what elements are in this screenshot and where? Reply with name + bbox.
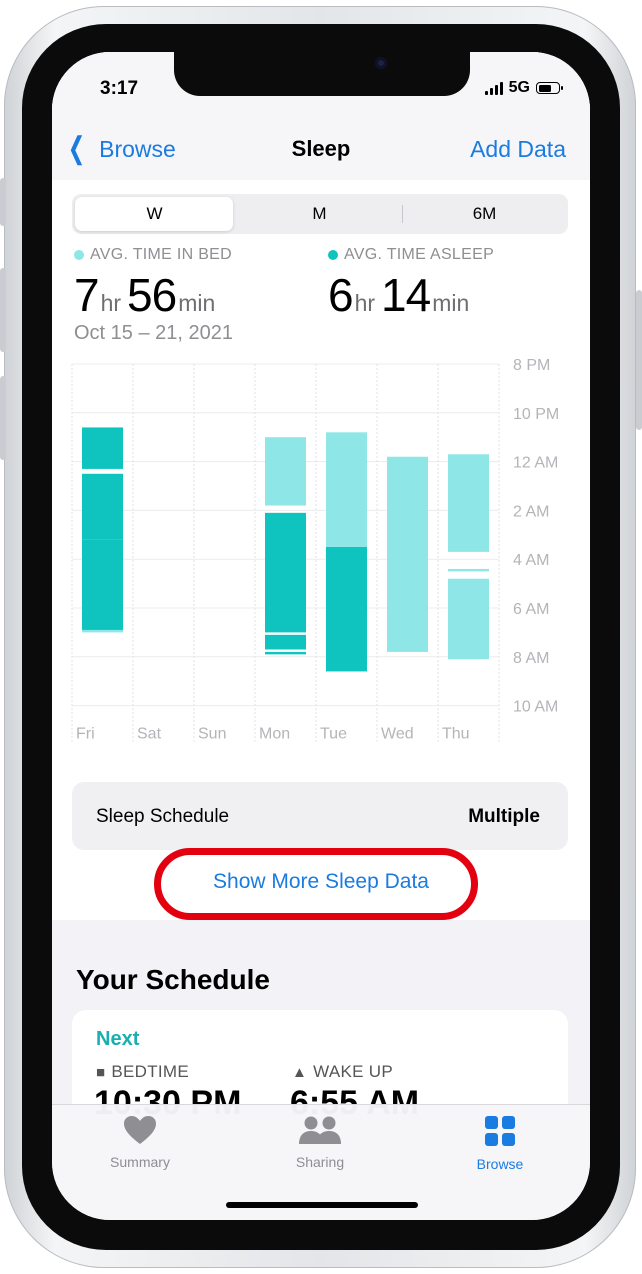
stat-hours-unit: hr bbox=[100, 290, 122, 316]
volume-up-button bbox=[0, 268, 6, 352]
battery-icon bbox=[536, 82, 563, 94]
stat-hours: 7 bbox=[74, 269, 100, 321]
asleep-bar bbox=[265, 651, 306, 655]
asleep-legend-dot bbox=[328, 250, 338, 260]
in-bed-legend-dot bbox=[74, 250, 84, 260]
asleep-bar bbox=[82, 473, 123, 540]
y-tick-label: 8 PM bbox=[513, 357, 550, 374]
in-bed-bar bbox=[448, 454, 489, 552]
people-icon bbox=[299, 1116, 341, 1144]
x-tick-label: Fri bbox=[76, 726, 95, 743]
x-tick-label: Thu bbox=[442, 726, 470, 743]
sleep-schedule-value: Multiple bbox=[468, 806, 540, 827]
volume-down-button bbox=[0, 376, 6, 460]
y-tick-label: 12 AM bbox=[513, 455, 558, 472]
tab-browse[interactable]: Browse bbox=[440, 1115, 560, 1172]
stat-time-in-bed: AVG. TIME IN BED 7hr 56min bbox=[74, 246, 232, 322]
x-tick-label: Wed bbox=[381, 726, 414, 743]
asleep-bar bbox=[326, 547, 367, 672]
stat-minutes: 14 bbox=[381, 269, 431, 321]
in-bed-bar bbox=[448, 568, 489, 572]
y-tick-label: 10 PM bbox=[513, 406, 559, 423]
screen: 3:17 5G ❮ Browse Sleep Add Data W M 6M A… bbox=[52, 52, 590, 1220]
asleep-bar bbox=[265, 634, 306, 650]
segment-six-months[interactable]: 6M bbox=[402, 194, 567, 234]
highlight-annotation-ring bbox=[154, 848, 478, 920]
time-range-segmented-control: W M 6M bbox=[72, 194, 568, 234]
stat-hours: 6 bbox=[328, 269, 354, 321]
date-range: Oct 15 – 21, 2021 bbox=[74, 322, 234, 344]
sleep-schedule-label: Sleep Schedule bbox=[96, 806, 230, 827]
tab-summary[interactable]: Summary bbox=[80, 1115, 200, 1170]
notch bbox=[174, 52, 470, 96]
mute-switch bbox=[0, 178, 6, 226]
x-tick-label: Sat bbox=[137, 726, 162, 743]
network-type: 5G bbox=[508, 79, 530, 96]
segment-month[interactable]: M bbox=[237, 194, 402, 234]
asleep-bar bbox=[82, 427, 123, 469]
wake-up-label: WAKE UP bbox=[313, 1062, 394, 1081]
signal-icon bbox=[484, 81, 503, 95]
alarm-bell-icon: ▲ bbox=[292, 1063, 308, 1081]
front-camera bbox=[375, 57, 387, 69]
home-indicator bbox=[226, 1202, 418, 1208]
heart-icon bbox=[124, 1116, 156, 1144]
in-bed-bar bbox=[448, 578, 489, 660]
stat-minutes: 56 bbox=[127, 269, 177, 321]
tab-label: Summary bbox=[110, 1154, 170, 1170]
bed-icon: ■ bbox=[96, 1063, 106, 1081]
x-tick-label: Tue bbox=[320, 726, 347, 743]
tab-sharing[interactable]: Sharing bbox=[260, 1115, 380, 1170]
status-icons: 5G bbox=[484, 79, 563, 97]
tab-label: Sharing bbox=[295, 1154, 345, 1170]
stat-hours-unit: hr bbox=[354, 290, 376, 316]
grid-icon bbox=[485, 1116, 515, 1146]
in-bed-bar bbox=[265, 437, 306, 506]
tab-label: Browse bbox=[476, 1156, 524, 1172]
y-tick-label: 4 AM bbox=[513, 552, 549, 569]
stat-time-asleep: AVG. TIME ASLEEP 6hr 14min bbox=[328, 246, 494, 322]
x-tick-label: Sun bbox=[198, 726, 226, 743]
stat-minutes-unit: min bbox=[432, 290, 470, 316]
sleep-schedule-row[interactable]: Sleep Schedule Multiple bbox=[72, 782, 568, 850]
status-time: 3:17 bbox=[100, 78, 139, 99]
in-bed-bar bbox=[326, 432, 367, 547]
sleep-chart[interactable]: 8 PM 10 PM 12 AM 2 AM 4 AM 6 AM 8 AM 10 AM Fri Sa… bbox=[52, 352, 590, 752]
next-label: Next bbox=[96, 1028, 140, 1050]
asleep-bar bbox=[82, 539, 123, 630]
add-data-button[interactable]: Add Data bbox=[470, 136, 566, 163]
bedtime-label: BEDTIME bbox=[111, 1062, 190, 1081]
in-bed-bar bbox=[387, 456, 428, 652]
power-button bbox=[636, 290, 642, 430]
in-bed-bar bbox=[82, 629, 123, 633]
x-tick-label: Mon bbox=[259, 726, 290, 743]
y-tick-label: 8 AM bbox=[513, 650, 549, 667]
stat-label: AVG. TIME IN BED bbox=[90, 246, 233, 263]
stat-minutes-unit: min bbox=[178, 290, 216, 316]
stat-label: AVG. TIME ASLEEP bbox=[344, 246, 495, 263]
segment-week[interactable]: W bbox=[72, 194, 237, 234]
y-tick-label: 2 AM bbox=[513, 503, 549, 520]
asleep-bar bbox=[265, 512, 306, 633]
y-tick-label: 6 AM bbox=[513, 601, 549, 618]
your-schedule-title: Your Schedule bbox=[76, 964, 270, 995]
y-tick-label: 10 AM bbox=[513, 699, 558, 716]
